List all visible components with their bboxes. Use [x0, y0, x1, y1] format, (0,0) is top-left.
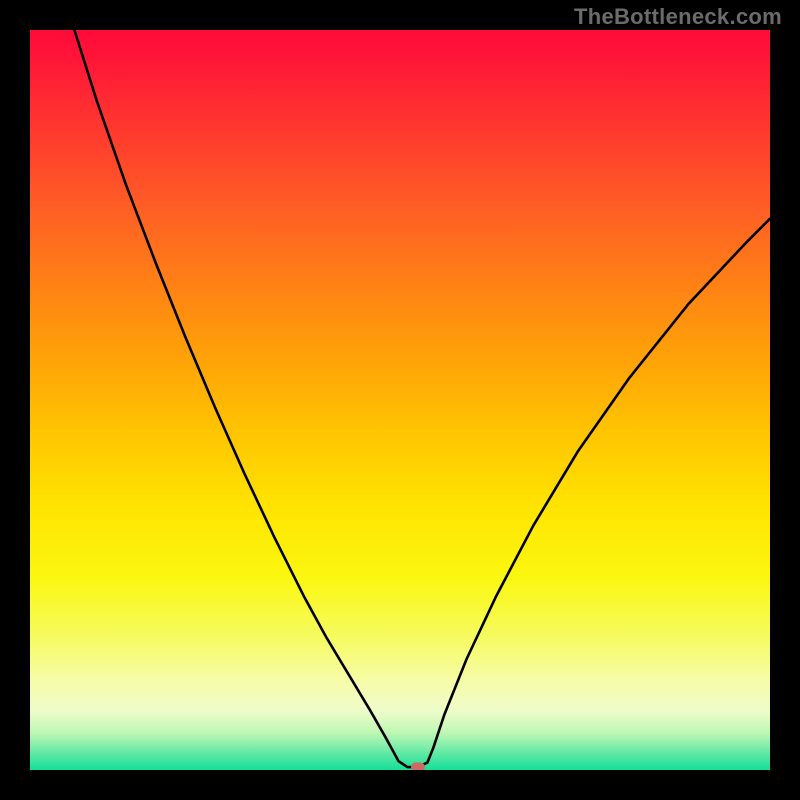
- curve-layer: [30, 30, 770, 770]
- chart-frame: TheBottleneck.com: [0, 0, 800, 800]
- bottleneck-curve: [74, 30, 770, 767]
- optimum-marker: [411, 763, 425, 770]
- plot-area: [30, 30, 770, 770]
- watermark-text: TheBottleneck.com: [574, 4, 782, 30]
